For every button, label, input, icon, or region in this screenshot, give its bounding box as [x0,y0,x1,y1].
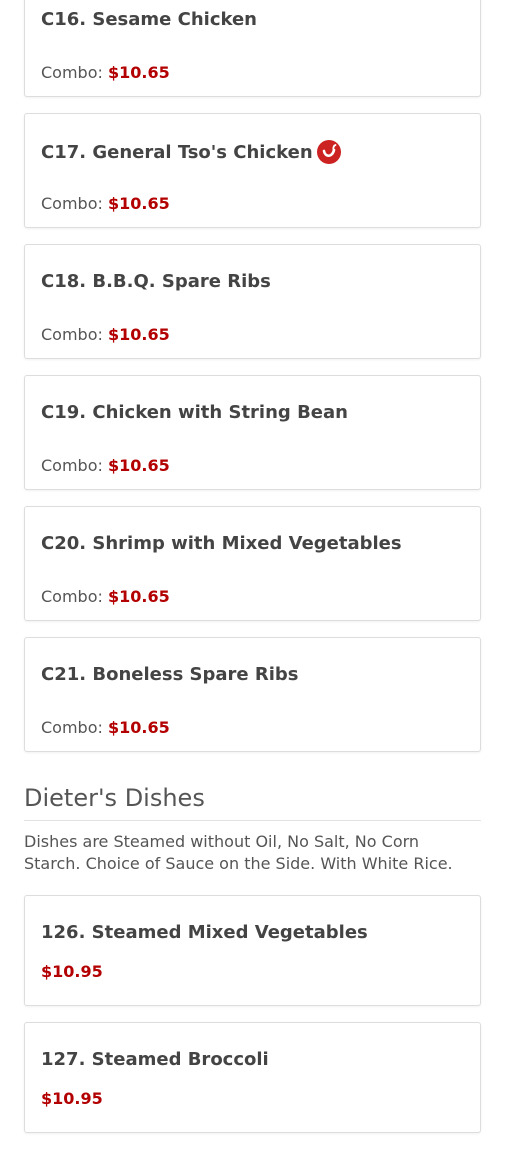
menu-item-card[interactable]: C20. Shrimp with Mixed Vegetables Combo:… [24,506,481,621]
item-price-line: Combo: $10.65 [41,325,170,344]
menu-item-card[interactable]: C21. Boneless Spare Ribs Combo: $10.65 [24,637,481,752]
hot-pepper-icon [316,140,341,164]
menu-item-card[interactable]: 127. Steamed Broccoli $10.95 [24,1022,481,1133]
item-price-line: $10.95 [41,962,103,981]
item-name: C16. Sesame Chicken [41,9,257,30]
item-name: C17. General Tso's Chicken [41,141,313,163]
section-title: Dieter's Dishes [24,768,481,821]
menu-item-card[interactable]: C18. B.B.Q. Spare Ribs Combo: $10.65 [24,244,481,359]
item-name-row: C17. General Tso's Chicken [41,140,341,164]
item-name: 127. Steamed Broccoli [41,1049,269,1070]
item-name: C18. B.B.Q. Spare Ribs [41,271,271,292]
combo-label: Combo: [41,194,103,213]
item-name: 126. Steamed Mixed Vegetables [41,922,368,943]
item-name: C21. Boneless Spare Ribs [41,664,299,685]
item-name: C19. Chicken with String Bean [41,402,348,423]
item-price: $10.95 [41,962,103,981]
combo-label: Combo: [41,456,103,475]
dieters-dishes-section: Dieter's Dishes Dishes are Steamed witho… [24,768,481,1133]
item-price-line: Combo: $10.65 [41,587,170,606]
item-price-line: Combo: $10.65 [41,456,170,475]
item-price-line: Combo: $10.65 [41,718,170,737]
item-price: $10.65 [107,718,170,737]
item-price: $10.65 [107,456,170,475]
combo-label: Combo: [41,63,103,82]
item-name: C20. Shrimp with Mixed Vegetables [41,533,402,554]
menu-item-card[interactable]: C19. Chicken with String Bean Combo: $10… [24,375,481,490]
menu-item-card[interactable]: C17. General Tso's Chicken Combo: $10.65 [24,113,481,228]
item-price-line: Combo: $10.65 [41,194,170,213]
item-price-line: $10.95 [41,1089,103,1108]
item-price: $10.65 [107,194,170,213]
item-price: $10.95 [41,1089,103,1108]
menu-content: C16. Sesame Chicken Combo: $10.65 C17. G… [24,0,481,1149]
item-price: $10.65 [107,63,170,82]
combo-label: Combo: [41,718,103,737]
combo-label: Combo: [41,325,103,344]
item-price: $10.65 [107,587,170,606]
menu-item-card[interactable]: C16. Sesame Chicken Combo: $10.65 [24,0,481,97]
section-description: Dishes are Steamed without Oil, No Salt,… [24,832,453,873]
combo-label: Combo: [41,587,103,606]
menu-item-card[interactable]: 126. Steamed Mixed Vegetables $10.95 [24,895,481,1006]
item-price: $10.65 [107,325,170,344]
item-price-line: Combo: $10.65 [41,63,170,82]
